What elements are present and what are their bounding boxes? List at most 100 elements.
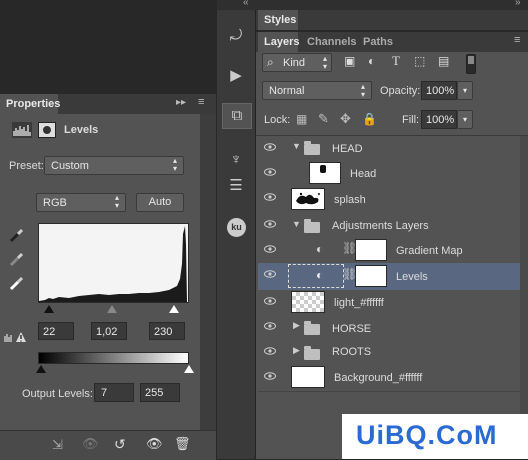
filter-adjustment-icon[interactable]: ◐: [368, 54, 375, 68]
lock-all-icon[interactable]: 🔒: [362, 112, 377, 126]
watermark: UiBQ.CoM: [342, 414, 528, 459]
output-black-slider-icon[interactable]: [36, 365, 46, 373]
layer-mask-icon[interactable]: [38, 122, 56, 138]
layer-row-head-group[interactable]: ▼ HEAD: [258, 136, 520, 162]
disclosure-open-icon[interactable]: ▼: [292, 141, 301, 151]
adjustment-layer-icon: ◐: [316, 242, 324, 256]
3d-icon[interactable]: ⧉: [222, 103, 252, 129]
toggle-visibility-icon[interactable]: 👁: [146, 436, 163, 452]
tab-layers[interactable]: Layers: [258, 32, 299, 52]
collapse-right-icon[interactable]: »: [515, 0, 521, 8]
delete-icon[interactable]: 🗑: [174, 436, 191, 452]
properties-panel: Properties ▸▸ ≡ Levels Preset: Custom ▴ ▾…: [0, 94, 216, 460]
tab-paths[interactable]: Paths: [363, 36, 393, 48]
filter-type-icon[interactable]: T: [392, 53, 400, 69]
channel-value: RGB: [43, 197, 67, 209]
disclosure-open-icon[interactable]: ▼: [292, 219, 301, 229]
styles-tab-label: Styles: [264, 14, 297, 26]
eyedropper-gray-icon[interactable]: [8, 250, 26, 268]
actions-play-icon[interactable]: ▶: [222, 64, 250, 88]
folder-icon: [304, 219, 320, 233]
layer-name: Adjustments Layers: [332, 220, 429, 232]
levels-histogram: [38, 223, 189, 303]
collapse-left-icon[interactable]: «: [243, 0, 249, 8]
opacity-slider-button[interactable]: ▾: [457, 81, 473, 100]
layer-row-levels[interactable]: ◐ ⛓ Levels: [258, 263, 520, 291]
reset-icon[interactable]: ↺: [114, 436, 126, 453]
eye-icon[interactable]: [264, 245, 276, 253]
layer-row-splash[interactable]: splash: [258, 186, 520, 214]
channel-dropdown[interactable]: RGB ▴ ▾: [36, 193, 126, 212]
input-black-slider-icon[interactable]: [44, 305, 54, 313]
fill-slider-button[interactable]: ▾: [457, 110, 473, 129]
eye-icon[interactable]: [264, 270, 276, 278]
panel-collapse-icon[interactable]: ▸▸: [176, 97, 186, 108]
preset-dropdown[interactable]: Custom ▴ ▾: [44, 156, 184, 175]
input-gamma-field[interactable]: 1,02: [91, 322, 127, 340]
opacity-field[interactable]: 100%: [421, 81, 457, 100]
eye-icon[interactable]: [264, 220, 276, 228]
brushes-icon[interactable]: ♆: [222, 148, 250, 172]
auto-button[interactable]: Auto: [136, 193, 184, 212]
layers-menu-icon[interactable]: ≡: [514, 34, 520, 46]
eye-icon[interactable]: [264, 168, 276, 176]
layer-row-light[interactable]: light_#ffffff: [258, 290, 520, 316]
properties-tab[interactable]: Properties: [0, 94, 60, 114]
adjustments-sliders-icon[interactable]: ☰: [222, 174, 250, 198]
eyedropper-white-icon[interactable]: [8, 274, 26, 292]
input-gamma-slider-icon[interactable]: [107, 305, 117, 313]
output-black-field[interactable]: 7: [94, 383, 134, 402]
input-black-field[interactable]: 22: [38, 322, 74, 340]
filter-toggle-switch[interactable]: [466, 54, 476, 74]
clip-to-layer-icon[interactable]: ⇲: [52, 437, 63, 453]
lock-transparent-icon[interactable]: ▦: [296, 112, 307, 126]
eyedropper-black-icon[interactable]: [8, 226, 26, 244]
opacity-label: Opacity:: [380, 85, 421, 97]
blend-mode-value: Normal: [269, 85, 305, 97]
lock-image-icon[interactable]: ✎: [318, 111, 329, 127]
eye-icon[interactable]: [264, 143, 276, 151]
output-gradient-bar: [38, 352, 189, 364]
filter-kind-dropdown[interactable]: ⌕ Kind ▴ ▾: [262, 53, 332, 72]
layer-thumbnail: [291, 188, 325, 210]
auto-button-label: Auto: [148, 196, 172, 208]
kuler-badge: ku: [227, 218, 246, 237]
view-previous-icon[interactable]: 👁: [82, 436, 99, 452]
history-icon[interactable]: ⤾: [222, 24, 250, 48]
lock-label: Lock:: [264, 114, 291, 126]
output-white-field[interactable]: 255: [140, 383, 180, 402]
levels-title: Levels: [64, 124, 99, 136]
eye-icon[interactable]: [264, 193, 276, 201]
fill-field[interactable]: 100%: [421, 110, 457, 129]
panel-menu-icon[interactable]: ≡: [198, 96, 204, 108]
tab-channels[interactable]: Channels: [307, 36, 357, 48]
input-white-field[interactable]: 230: [149, 322, 185, 340]
levels-histogram-icon: [12, 122, 32, 138]
disclosure-closed-icon[interactable]: ▶: [293, 320, 300, 331]
lock-position-icon[interactable]: ✥: [340, 111, 351, 127]
eye-icon[interactable]: [264, 372, 276, 380]
filter-shape-icon[interactable]: ⬚: [414, 54, 425, 68]
properties-scrollbar[interactable]: [200, 114, 216, 434]
disclosure-closed-icon[interactable]: ▶: [293, 345, 300, 356]
clipping-warning-icon[interactable]: [4, 330, 28, 344]
layer-row-gradient-map[interactable]: ◐ ⛓ Gradient Map: [258, 238, 520, 264]
input-white-slider-icon[interactable]: [169, 305, 179, 313]
styles-tab[interactable]: Styles: [258, 10, 298, 30]
blend-mode-dropdown[interactable]: Normal ▴ ▾: [262, 81, 372, 100]
eye-icon[interactable]: [264, 347, 276, 355]
layer-row-head[interactable]: Head: [258, 161, 520, 187]
output-white-slider-icon[interactable]: [184, 365, 194, 373]
filter-pixel-icon[interactable]: ▣: [344, 54, 355, 68]
eye-icon[interactable]: [264, 322, 276, 330]
layer-name: Gradient Map: [396, 245, 463, 257]
kuler-icon[interactable]: ku: [222, 216, 250, 240]
layer-row-adjustments-group[interactable]: ▼ Adjustments Layers: [258, 213, 520, 239]
layer-row-background[interactable]: Background_#ffffff: [258, 365, 520, 392]
layers-scrollbar[interactable]: [520, 136, 528, 436]
eye-icon[interactable]: [264, 297, 276, 305]
layer-row-horse-group[interactable]: ▶ HORSE: [258, 315, 520, 341]
filter-smart-object-icon[interactable]: ▤: [438, 54, 449, 68]
layer-row-roots-group[interactable]: ▶ ROOTS: [258, 340, 520, 366]
layer-name: ROOTS: [332, 346, 372, 358]
